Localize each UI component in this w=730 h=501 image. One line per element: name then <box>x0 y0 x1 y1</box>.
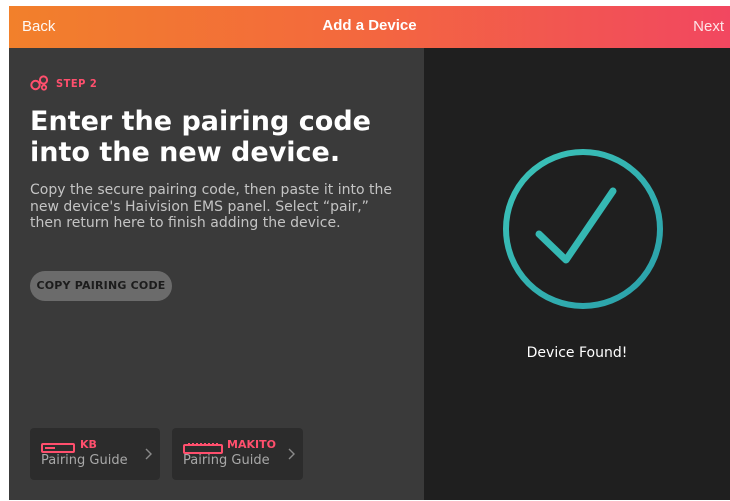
guide-model-label: MAKITO <box>227 438 276 451</box>
device-found-indicator <box>500 146 666 317</box>
makito-pairing-guide-card[interactable]: MAKITO Pairing Guide <box>172 428 303 480</box>
guide-model-label: KB <box>80 438 97 451</box>
guide-label: Pairing Guide <box>183 453 270 468</box>
next-button[interactable]: Next <box>693 18 724 35</box>
page-title: Add a Device <box>322 17 417 34</box>
copy-pairing-code-button[interactable]: COPY PAIRING CODE <box>30 271 172 301</box>
chevron-right-icon <box>288 448 295 460</box>
app-window: Back Add a Device Next STEP 2 Enter the … <box>9 6 730 500</box>
main-heading: Enter the pairing code into the new devi… <box>30 106 371 168</box>
status-text: Device Found! <box>526 345 628 361</box>
kb-device-icon <box>41 443 75 453</box>
pairing-rings-icon <box>30 75 49 91</box>
kb-pairing-guide-card[interactable]: KB Pairing Guide <box>30 428 160 480</box>
chevron-right-icon <box>145 448 152 460</box>
instructions-panel: STEP 2 Enter the pairing code into the n… <box>9 48 424 500</box>
header-bar: Back Add a Device Next <box>9 6 730 48</box>
back-button[interactable]: Back <box>22 18 55 35</box>
step-indicator: STEP 2 <box>30 75 97 91</box>
guide-label: Pairing Guide <box>41 453 128 468</box>
checkmark-circle-icon <box>503 149 663 309</box>
status-panel: Device Found! <box>424 48 730 500</box>
instructions-text: Copy the secure pairing code, then paste… <box>30 182 392 231</box>
step-label: STEP 2 <box>56 76 98 90</box>
